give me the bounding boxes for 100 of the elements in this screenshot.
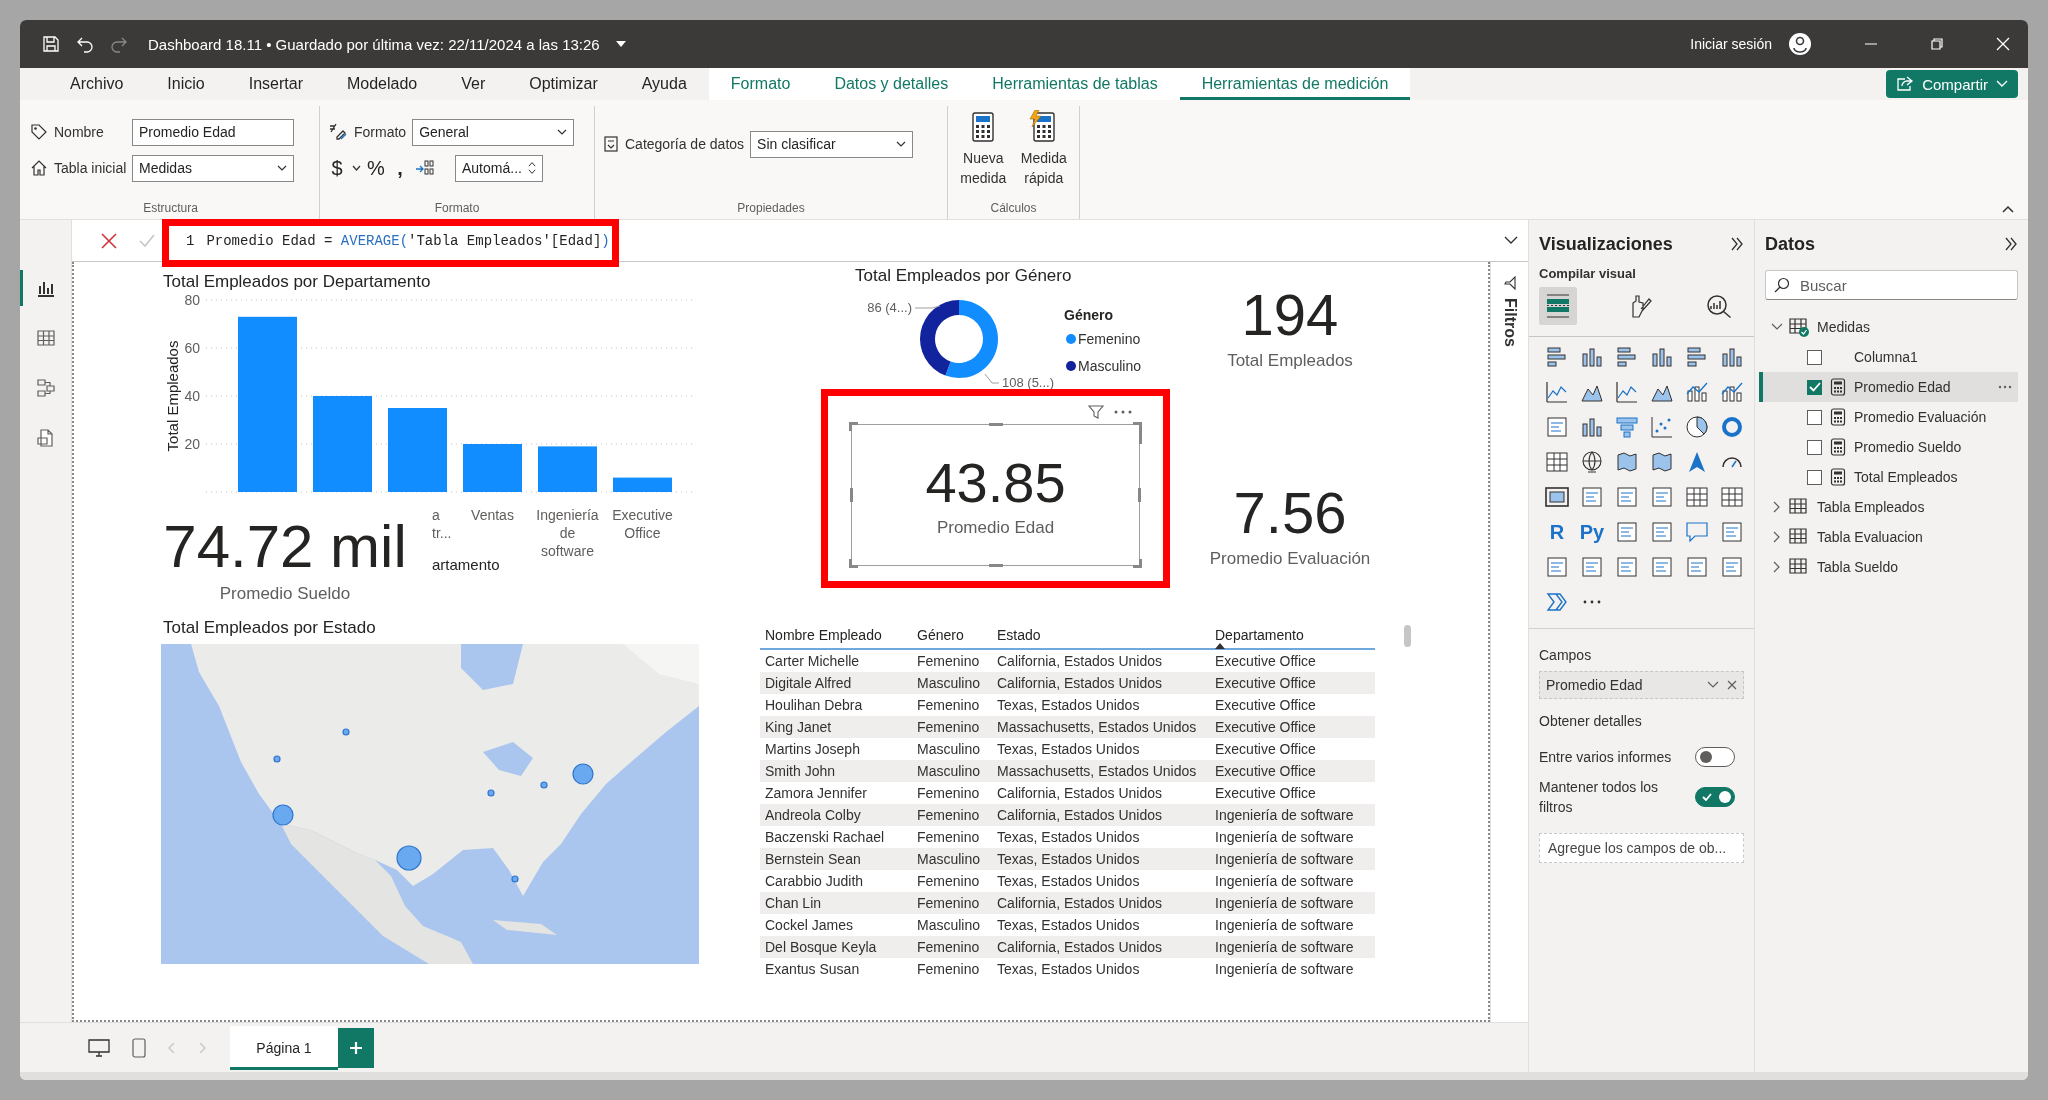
visual-icon[interactable] [1685, 555, 1709, 579]
funnel-icon[interactable] [1615, 415, 1639, 439]
new-measure-button[interactable]: Nueva medida [956, 110, 1011, 201]
combo-chart-icon[interactable] [1720, 380, 1744, 404]
ribbon-tab[interactable]: Archivo [48, 68, 146, 100]
ribbon-tab[interactable]: Modelado [324, 68, 440, 100]
decimal-places-field[interactable]: Automá... [455, 154, 543, 182]
visual-type-label[interactable]: Py [1580, 520, 1604, 544]
remove-icon[interactable] [1727, 680, 1737, 690]
visual-icon[interactable] [1650, 485, 1674, 509]
fields-build-button[interactable] [1539, 287, 1577, 325]
tree-item[interactable]: Tabla Empleados [1765, 492, 2018, 522]
currency-button[interactable]: $ [328, 156, 346, 180]
toggle-switch[interactable] [1695, 787, 1735, 807]
column-header[interactable]: Nombre Empleado [760, 624, 912, 648]
chevron-down-icon[interactable] [896, 141, 907, 147]
percent-button[interactable]: % [367, 156, 385, 180]
ribbon-tab[interactable]: Herramientas de medición [1179, 68, 1411, 100]
data-category-dropdown[interactable]: Sin clasificar [750, 130, 914, 158]
selection-frame[interactable] [851, 424, 1140, 566]
ribbon-tab[interactable]: Formato [708, 68, 813, 100]
chevron-down-icon[interactable] [557, 129, 568, 135]
field-item[interactable]: Total Empleados [1759, 462, 2018, 492]
table-icon[interactable] [1720, 485, 1744, 509]
comma-button[interactable]: , [391, 156, 409, 180]
cancel-icon[interactable] [100, 231, 118, 250]
visual-icon[interactable] [1545, 555, 1569, 579]
table-icon[interactable] [1685, 485, 1709, 509]
chevrons-icon[interactable] [1545, 590, 1569, 614]
globe-icon[interactable] [1580, 450, 1604, 474]
close-icon[interactable] [1996, 37, 2010, 51]
name-input[interactable]: Promedio Edad [132, 118, 294, 146]
checkbox[interactable] [1807, 379, 1822, 395]
filters-pane[interactable]: Filtros [1490, 262, 1528, 1022]
field-item[interactable]: Promedio Sueldo [1759, 432, 2018, 462]
checkbox[interactable] [1807, 469, 1822, 485]
restore-icon[interactable] [1930, 37, 1944, 51]
pie-chart-icon[interactable] [1685, 415, 1709, 439]
field-well[interactable]: Promedio Edad [1539, 671, 1744, 699]
bar-chart-icon[interactable] [1615, 345, 1639, 369]
spin-arrows-icon[interactable] [527, 160, 536, 176]
table-icon[interactable] [1545, 450, 1569, 474]
visual-icon[interactable] [1615, 555, 1639, 579]
caret-icon[interactable] [615, 40, 626, 48]
search-field[interactable]: Buscar [1765, 270, 2018, 300]
checkbox[interactable] [1807, 439, 1822, 455]
chevron-down-icon[interactable] [277, 165, 287, 171]
checkbox[interactable] [1807, 409, 1822, 425]
visual-icon[interactable] [1650, 520, 1674, 544]
column-chart-icon[interactable] [1650, 345, 1674, 369]
ribbon-tab[interactable]: Insertar [226, 68, 325, 100]
ribbon-tab[interactable]: Datos y detalles [812, 68, 971, 100]
visual-icon[interactable] [1650, 555, 1674, 579]
add-page-button[interactable] [338, 1027, 374, 1068]
home-table-dropdown[interactable]: Medidas [132, 154, 294, 182]
visual-icon[interactable] [1580, 555, 1604, 579]
more-options-icon[interactable] [1114, 410, 1132, 414]
bar-chart-icon[interactable] [1545, 345, 1569, 369]
desktop-icon[interactable] [88, 1037, 110, 1058]
ribbon-tab[interactable]: Ver [439, 68, 508, 100]
bar-chart-icon[interactable] [1685, 345, 1709, 369]
undo-icon[interactable] [76, 35, 94, 53]
visual-icon[interactable] [1615, 485, 1639, 509]
chevron-down-icon[interactable] [352, 165, 361, 171]
tree-item[interactable]: Tabla Evaluacion [1765, 522, 2018, 552]
visual-type-label[interactable]: R [1545, 520, 1569, 544]
field-item[interactable]: Promedio Evaluación [1759, 402, 2018, 432]
decimal-places-icon[interactable] [415, 159, 435, 177]
redo-icon[interactable] [110, 35, 128, 53]
visual-icon[interactable] [1580, 485, 1604, 509]
ribbon-tab[interactable]: Ayuda [619, 68, 709, 100]
field-item[interactable]: Columna1 [1759, 342, 2018, 372]
ribbon-tab[interactable]: Inicio [145, 68, 227, 100]
phone-icon[interactable] [132, 1037, 146, 1058]
column-chart-icon[interactable] [1580, 415, 1604, 439]
page-tab[interactable]: Página 1 [230, 1025, 338, 1070]
ribbon-tab[interactable]: Optimizar [507, 68, 620, 100]
format-dropdown[interactable]: General [412, 118, 575, 146]
collapse-ribbon-icon[interactable] [2002, 205, 2014, 213]
filter-icon[interactable] [1088, 404, 1104, 420]
combo-chart-icon[interactable] [1685, 380, 1709, 404]
column-header[interactable]: Estado [992, 624, 1210, 648]
card-icon[interactable] [1545, 485, 1569, 509]
drop-field[interactable]: Agregue los campos de ob... [1539, 833, 1744, 863]
share-button[interactable]: Compartir [1886, 70, 2018, 98]
column-header[interactable]: Género [912, 624, 992, 648]
donut-chart-icon[interactable] [1720, 415, 1744, 439]
ribbon-tab[interactable]: Herramientas de tablas [970, 68, 1180, 100]
line-chart-icon[interactable] [1615, 380, 1639, 404]
scatter-chart-icon[interactable] [1650, 415, 1674, 439]
more-options-icon[interactable] [1998, 385, 2012, 389]
quick-measure-button[interactable]: Medida rápida [1016, 110, 1071, 201]
column-header[interactable]: Departamento [1210, 624, 1375, 648]
visual-icon[interactable] [1720, 555, 1744, 579]
save-icon[interactable] [42, 35, 60, 53]
column-chart-icon[interactable] [1580, 345, 1604, 369]
expand-pane-icon[interactable] [1730, 237, 1744, 251]
tree-item[interactable]: Medidas [1765, 312, 2018, 342]
map-icon[interactable] [1650, 450, 1674, 474]
visual-icon[interactable] [1545, 415, 1569, 439]
